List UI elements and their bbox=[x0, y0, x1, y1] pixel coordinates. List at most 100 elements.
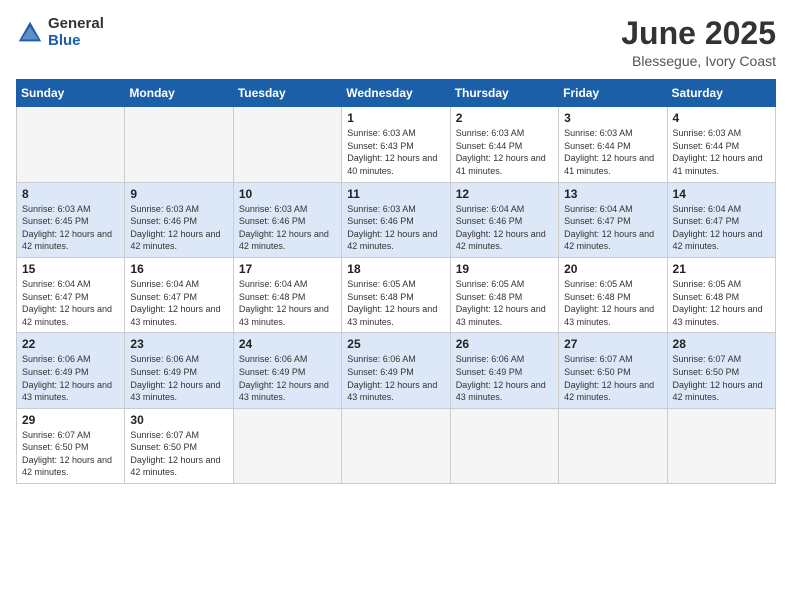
calendar-day-cell: 27 Sunrise: 6:07 AMSunset: 6:50 PMDaylig… bbox=[559, 333, 667, 408]
day-number: 23 bbox=[130, 337, 227, 351]
day-info: Sunrise: 6:03 AMSunset: 6:46 PMDaylight:… bbox=[347, 204, 437, 252]
day-info: Sunrise: 6:05 AMSunset: 6:48 PMDaylight:… bbox=[673, 279, 763, 327]
day-number: 14 bbox=[673, 187, 770, 201]
calendar-day-cell bbox=[233, 408, 341, 483]
logo: General Blue bbox=[16, 16, 104, 49]
calendar-day-cell: 4 Sunrise: 6:03 AMSunset: 6:44 PMDayligh… bbox=[667, 107, 775, 182]
calendar-day-cell: 15 Sunrise: 6:04 AMSunset: 6:47 PMDaylig… bbox=[17, 257, 125, 332]
day-info: Sunrise: 6:03 AMSunset: 6:44 PMDaylight:… bbox=[564, 128, 654, 176]
day-number: 15 bbox=[22, 262, 119, 276]
day-number: 29 bbox=[22, 413, 119, 427]
day-number: 12 bbox=[456, 187, 553, 201]
location-title: Blessegue, Ivory Coast bbox=[621, 53, 776, 69]
day-number: 19 bbox=[456, 262, 553, 276]
day-info: Sunrise: 6:04 AMSunset: 6:46 PMDaylight:… bbox=[456, 204, 546, 252]
day-info: Sunrise: 6:03 AMSunset: 6:44 PMDaylight:… bbox=[456, 128, 546, 176]
day-number: 26 bbox=[456, 337, 553, 351]
calendar-day-cell: 16 Sunrise: 6:04 AMSunset: 6:47 PMDaylig… bbox=[125, 257, 233, 332]
calendar-day-cell: 21 Sunrise: 6:05 AMSunset: 6:48 PMDaylig… bbox=[667, 257, 775, 332]
day-info: Sunrise: 6:07 AMSunset: 6:50 PMDaylight:… bbox=[130, 430, 220, 478]
day-info: Sunrise: 6:03 AMSunset: 6:43 PMDaylight:… bbox=[347, 128, 437, 176]
day-info: Sunrise: 6:04 AMSunset: 6:47 PMDaylight:… bbox=[564, 204, 654, 252]
day-number: 28 bbox=[673, 337, 770, 351]
day-info: Sunrise: 6:04 AMSunset: 6:47 PMDaylight:… bbox=[673, 204, 763, 252]
calendar-day-cell: 17 Sunrise: 6:04 AMSunset: 6:48 PMDaylig… bbox=[233, 257, 341, 332]
day-number: 24 bbox=[239, 337, 336, 351]
day-number: 10 bbox=[239, 187, 336, 201]
calendar-day-cell: 18 Sunrise: 6:05 AMSunset: 6:48 PMDaylig… bbox=[342, 257, 450, 332]
logo-blue-text: Blue bbox=[48, 33, 104, 50]
empty-cell bbox=[233, 107, 341, 182]
day-info: Sunrise: 6:07 AMSunset: 6:50 PMDaylight:… bbox=[564, 354, 654, 402]
title-area: June 2025 Blessegue, Ivory Coast bbox=[621, 16, 776, 69]
day-number: 27 bbox=[564, 337, 661, 351]
calendar-day-cell bbox=[450, 408, 558, 483]
empty-cell bbox=[125, 107, 233, 182]
day-number: 4 bbox=[673, 111, 770, 125]
day-info: Sunrise: 6:05 AMSunset: 6:48 PMDaylight:… bbox=[347, 279, 437, 327]
calendar-day-cell: 10 Sunrise: 6:03 AMSunset: 6:46 PMDaylig… bbox=[233, 182, 341, 257]
calendar-day-cell: 11 Sunrise: 6:03 AMSunset: 6:46 PMDaylig… bbox=[342, 182, 450, 257]
calendar-day-cell: 28 Sunrise: 6:07 AMSunset: 6:50 PMDaylig… bbox=[667, 333, 775, 408]
day-number: 11 bbox=[347, 187, 444, 201]
day-info: Sunrise: 6:05 AMSunset: 6:48 PMDaylight:… bbox=[564, 279, 654, 327]
day-info: Sunrise: 6:04 AMSunset: 6:48 PMDaylight:… bbox=[239, 279, 329, 327]
calendar-day-cell: 1 Sunrise: 6:03 AMSunset: 6:43 PMDayligh… bbox=[342, 107, 450, 182]
day-number: 22 bbox=[22, 337, 119, 351]
day-number: 25 bbox=[347, 337, 444, 351]
calendar-day-cell: 26 Sunrise: 6:06 AMSunset: 6:49 PMDaylig… bbox=[450, 333, 558, 408]
weekday-header: Sunday bbox=[17, 80, 125, 107]
month-title: June 2025 bbox=[621, 16, 776, 51]
day-number: 18 bbox=[347, 262, 444, 276]
calendar-day-cell: 3 Sunrise: 6:03 AMSunset: 6:44 PMDayligh… bbox=[559, 107, 667, 182]
empty-cell bbox=[17, 107, 125, 182]
day-info: Sunrise: 6:06 AMSunset: 6:49 PMDaylight:… bbox=[347, 354, 437, 402]
calendar-day-cell: 30 Sunrise: 6:07 AMSunset: 6:50 PMDaylig… bbox=[125, 408, 233, 483]
calendar-day-cell: 25 Sunrise: 6:06 AMSunset: 6:49 PMDaylig… bbox=[342, 333, 450, 408]
day-info: Sunrise: 6:06 AMSunset: 6:49 PMDaylight:… bbox=[239, 354, 329, 402]
calendar-table: SundayMondayTuesdayWednesdayThursdayFrid… bbox=[16, 79, 776, 484]
day-info: Sunrise: 6:07 AMSunset: 6:50 PMDaylight:… bbox=[22, 430, 112, 478]
day-info: Sunrise: 6:04 AMSunset: 6:47 PMDaylight:… bbox=[130, 279, 220, 327]
calendar-day-cell: 19 Sunrise: 6:05 AMSunset: 6:48 PMDaylig… bbox=[450, 257, 558, 332]
day-number: 1 bbox=[347, 111, 444, 125]
day-number: 21 bbox=[673, 262, 770, 276]
calendar-day-cell: 13 Sunrise: 6:04 AMSunset: 6:47 PMDaylig… bbox=[559, 182, 667, 257]
logo-general-text: General bbox=[48, 16, 104, 33]
calendar-day-cell: 2 Sunrise: 6:03 AMSunset: 6:44 PMDayligh… bbox=[450, 107, 558, 182]
day-info: Sunrise: 6:06 AMSunset: 6:49 PMDaylight:… bbox=[456, 354, 546, 402]
weekday-header: Thursday bbox=[450, 80, 558, 107]
day-number: 20 bbox=[564, 262, 661, 276]
weekday-header: Friday bbox=[559, 80, 667, 107]
day-info: Sunrise: 6:06 AMSunset: 6:49 PMDaylight:… bbox=[22, 354, 112, 402]
calendar-day-cell: 29 Sunrise: 6:07 AMSunset: 6:50 PMDaylig… bbox=[17, 408, 125, 483]
calendar-day-cell: 23 Sunrise: 6:06 AMSunset: 6:49 PMDaylig… bbox=[125, 333, 233, 408]
weekday-header-row: SundayMondayTuesdayWednesdayThursdayFrid… bbox=[17, 80, 776, 107]
day-number: 3 bbox=[564, 111, 661, 125]
weekday-header: Monday bbox=[125, 80, 233, 107]
day-info: Sunrise: 6:05 AMSunset: 6:48 PMDaylight:… bbox=[456, 279, 546, 327]
calendar-day-cell: 22 Sunrise: 6:06 AMSunset: 6:49 PMDaylig… bbox=[17, 333, 125, 408]
calendar-day-cell: 12 Sunrise: 6:04 AMSunset: 6:46 PMDaylig… bbox=[450, 182, 558, 257]
weekday-header: Tuesday bbox=[233, 80, 341, 107]
calendar-day-cell: 9 Sunrise: 6:03 AMSunset: 6:46 PMDayligh… bbox=[125, 182, 233, 257]
day-info: Sunrise: 6:04 AMSunset: 6:47 PMDaylight:… bbox=[22, 279, 112, 327]
logo-icon bbox=[16, 19, 44, 47]
calendar-day-cell bbox=[667, 408, 775, 483]
calendar-day-cell bbox=[342, 408, 450, 483]
day-number: 9 bbox=[130, 187, 227, 201]
day-number: 13 bbox=[564, 187, 661, 201]
day-number: 30 bbox=[130, 413, 227, 427]
calendar-day-cell: 14 Sunrise: 6:04 AMSunset: 6:47 PMDaylig… bbox=[667, 182, 775, 257]
day-number: 17 bbox=[239, 262, 336, 276]
day-info: Sunrise: 6:03 AMSunset: 6:46 PMDaylight:… bbox=[130, 204, 220, 252]
day-number: 16 bbox=[130, 262, 227, 276]
weekday-header: Wednesday bbox=[342, 80, 450, 107]
day-info: Sunrise: 6:07 AMSunset: 6:50 PMDaylight:… bbox=[673, 354, 763, 402]
day-number: 2 bbox=[456, 111, 553, 125]
calendar-day-cell: 24 Sunrise: 6:06 AMSunset: 6:49 PMDaylig… bbox=[233, 333, 341, 408]
day-number: 8 bbox=[22, 187, 119, 201]
day-info: Sunrise: 6:03 AMSunset: 6:45 PMDaylight:… bbox=[22, 204, 112, 252]
day-info: Sunrise: 6:03 AMSunset: 6:44 PMDaylight:… bbox=[673, 128, 763, 176]
page-header: General Blue June 2025 Blessegue, Ivory … bbox=[16, 16, 776, 69]
